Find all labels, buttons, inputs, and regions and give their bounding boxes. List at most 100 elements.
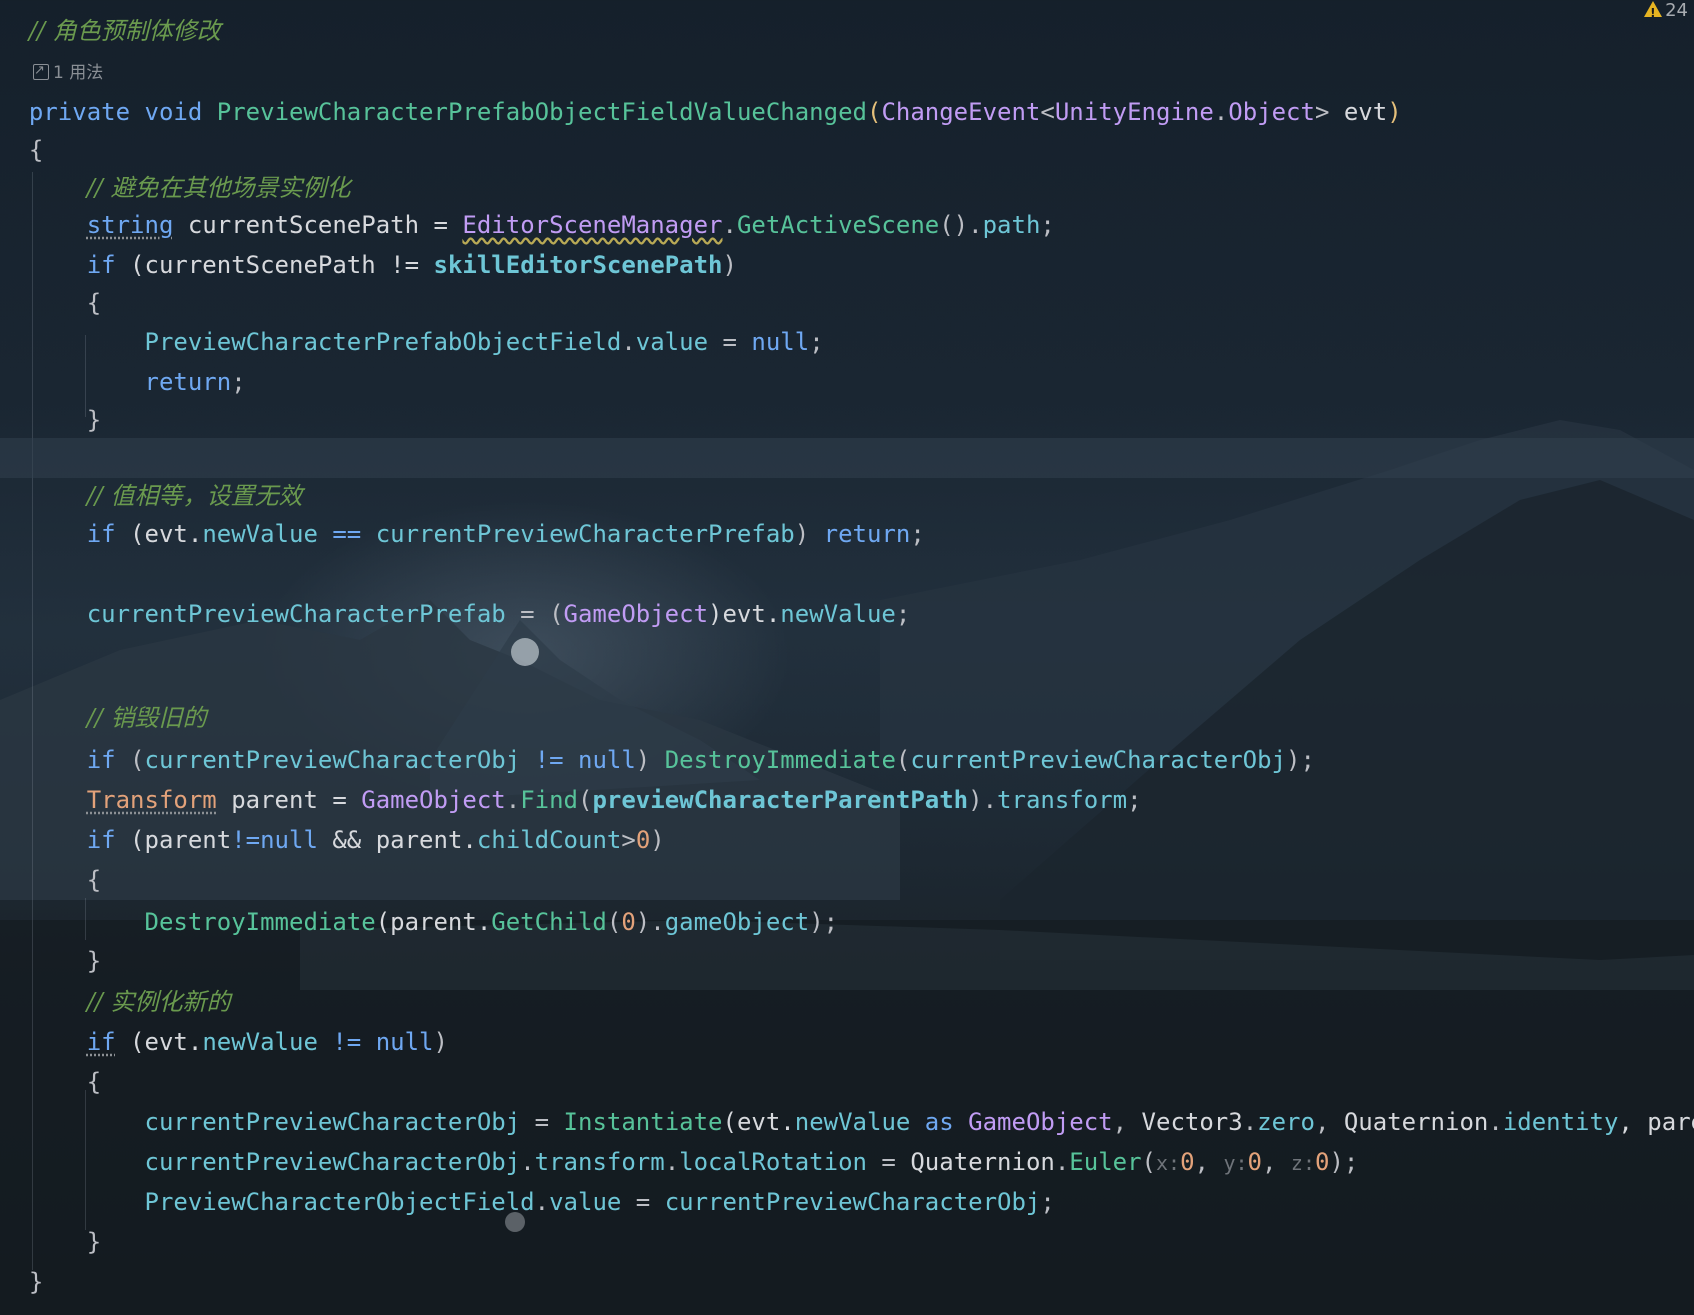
method-name: PreviewCharacterPrefabObjectFieldValueCh… xyxy=(216,98,867,126)
code-line-1[interactable]: // 角色预制体修改 xyxy=(0,11,1694,51)
code-line-16[interactable]: currentPreviewCharacterPrefab = (GameObj… xyxy=(0,594,1694,634)
code-line-25[interactable]: // 实例化新的 xyxy=(0,982,1694,1022)
param-hint: y: xyxy=(1223,1151,1248,1175)
usage-hint[interactable]: 1 用法 xyxy=(33,58,104,86)
brace: } xyxy=(86,1228,102,1256)
punct: ). xyxy=(968,786,998,814)
punct: ( xyxy=(578,786,593,814)
code-line-10[interactable]: return; xyxy=(0,362,1694,402)
method-name: Find xyxy=(520,786,578,814)
punct: ) xyxy=(794,520,824,548)
field: newValue xyxy=(794,1108,911,1136)
field: currentPreviewCharacterObj xyxy=(664,1188,1041,1216)
field: currentPreviewCharacterPrefab xyxy=(375,520,795,548)
comment: // 避免在其他场景实例化 xyxy=(86,174,351,202)
code-text: (evt. xyxy=(722,1108,795,1136)
code-line-26[interactable]: if (evt.newValue != null) xyxy=(0,1022,1694,1062)
code-line-3[interactable]: private void PreviewCharacterPrefabObjec… xyxy=(0,92,1694,132)
code-line-6[interactable]: string currentScenePath = EditorSceneMan… xyxy=(0,205,1694,245)
punct: = xyxy=(708,328,752,356)
punct: (). xyxy=(939,211,983,239)
type-name: UnityEngine xyxy=(1054,98,1214,126)
punct: , xyxy=(1314,1108,1344,1136)
number: 0 xyxy=(635,826,651,854)
punct: . xyxy=(1213,98,1229,126)
punct: ( xyxy=(866,98,882,126)
type-name: GameObject xyxy=(361,786,506,814)
field: zero xyxy=(1257,1108,1315,1136)
code-line-27[interactable]: { xyxy=(0,1062,1694,1102)
code-line-21[interactable]: if (parent!=null && parent.childCount>0) xyxy=(0,820,1694,860)
code-line-32[interactable]: } xyxy=(0,1262,1694,1302)
field: newValue xyxy=(780,600,896,628)
code-line-23[interactable]: DestroyImmediate(parent.GetChild(0).game… xyxy=(0,902,1694,942)
code-line-31[interactable]: } xyxy=(0,1222,1694,1262)
code-line-13[interactable]: // 值相等，设置无效 xyxy=(0,476,1694,516)
code-line-29[interactable]: currentPreviewCharacterObj.transform.loc… xyxy=(0,1142,1694,1182)
code-line-11[interactable]: } xyxy=(0,400,1694,440)
punct: ( xyxy=(1141,1148,1156,1176)
punct: ; xyxy=(1040,211,1055,239)
punct: ; xyxy=(895,600,911,628)
punct: < xyxy=(1040,98,1055,126)
keyword: if xyxy=(86,520,116,548)
field: transform xyxy=(997,786,1128,814)
code-line-28[interactable]: currentPreviewCharacterObj = Instantiate… xyxy=(0,1102,1694,1142)
method-name: Euler xyxy=(1069,1148,1142,1176)
code-line-20[interactable]: Transform parent = GameObject.Find(previ… xyxy=(0,780,1694,820)
code-line-30[interactable]: PreviewCharacterObjectField.value = curr… xyxy=(0,1182,1694,1222)
code-line-5[interactable]: // 避免在其他场景实例化 xyxy=(0,168,1694,208)
punct: ) xyxy=(650,826,665,854)
field: currentPreviewCharacterPrefab xyxy=(86,600,506,628)
field: previewCharacterParentPath xyxy=(592,786,969,814)
code-line-19[interactable]: if (currentPreviewCharacterObj != null) … xyxy=(0,740,1694,780)
field: identity xyxy=(1502,1108,1619,1136)
field: path xyxy=(982,211,1041,239)
punct: , xyxy=(1112,1108,1142,1136)
keyword: return xyxy=(144,368,232,396)
punct: ); xyxy=(809,908,839,936)
code-line-24[interactable]: } xyxy=(0,941,1694,981)
method-name: GetChild xyxy=(491,908,607,936)
code-line-12-current[interactable] xyxy=(0,438,1694,478)
code-line-18[interactable]: // 销毁旧的 xyxy=(0,698,1694,738)
usage-label: 1 用法 xyxy=(53,63,104,83)
type-name: EditorSceneManager xyxy=(462,211,723,239)
code-editor[interactable]: 24 // 角色预制体修改 1 用法 private void PreviewC… xyxy=(0,0,1694,1315)
keyword: null xyxy=(751,328,810,356)
punct: = xyxy=(866,1148,911,1176)
code-text: (evt. xyxy=(115,520,203,548)
method-name: DestroyImmediate xyxy=(144,908,376,936)
field: currentPreviewCharacterObj xyxy=(144,746,521,774)
code-line-9[interactable]: PreviewCharacterPrefabObjectField.value … xyxy=(0,322,1694,362)
field: PreviewCharacterObjectField xyxy=(144,1188,535,1216)
punct: ; xyxy=(910,520,925,548)
keyword: void xyxy=(144,98,203,126)
field: gameObject xyxy=(664,908,810,936)
comment: // 实例化新的 xyxy=(86,988,231,1016)
punct: . xyxy=(621,328,636,356)
punct: ( xyxy=(895,746,911,774)
parameter: evt xyxy=(1343,98,1388,126)
param-hint: z: xyxy=(1290,1151,1315,1175)
punct: ( xyxy=(115,746,145,774)
punct: ; xyxy=(1127,786,1142,814)
code-text: currentScenePath = xyxy=(173,211,463,239)
code-line-7[interactable]: if (currentScenePath != skillEditorScene… xyxy=(0,245,1694,285)
type-name: GameObject xyxy=(968,1108,1113,1136)
field: currentPreviewCharacterObj xyxy=(144,1148,521,1176)
code-line-14[interactable]: if (evt.newValue == currentPreviewCharac… xyxy=(0,514,1694,554)
punct: ; xyxy=(1040,1188,1055,1216)
punct: ); xyxy=(1286,746,1315,774)
punct: ) xyxy=(433,1028,448,1056)
field: value xyxy=(549,1188,622,1216)
code-line-4[interactable]: { xyxy=(0,130,1694,170)
field: childCount xyxy=(476,826,622,854)
code-line-8[interactable]: { xyxy=(0,283,1694,323)
param-hint: x: xyxy=(1156,1151,1181,1175)
punct: , xyxy=(1194,1148,1224,1176)
punct: ( xyxy=(606,908,622,936)
operator: != xyxy=(520,746,578,774)
keyword: if xyxy=(86,746,116,774)
code-line-22[interactable]: { xyxy=(0,860,1694,900)
